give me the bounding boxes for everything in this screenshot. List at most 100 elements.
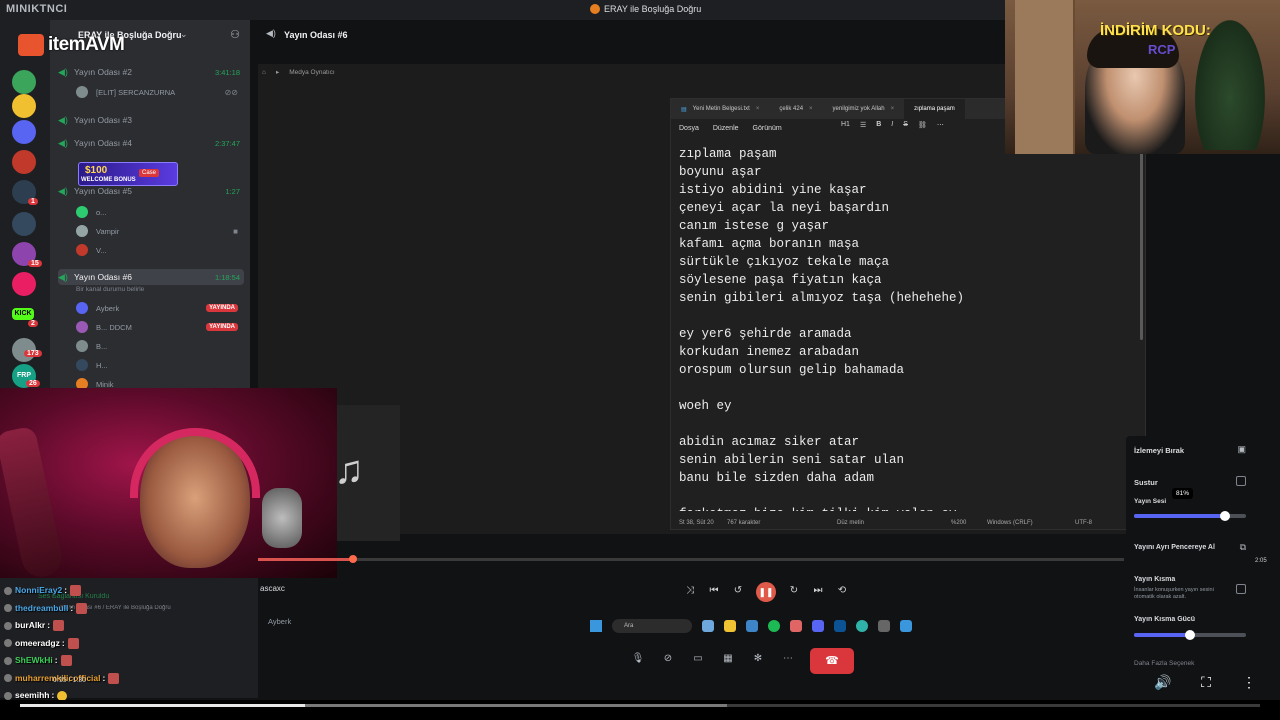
media-scrubber[interactable] bbox=[258, 555, 1124, 563]
attenuation-slider[interactable] bbox=[1134, 630, 1246, 640]
voice-user[interactable]: Vampir ■ bbox=[76, 223, 244, 239]
voice-user[interactable]: [ELIT] SERCANZURNA ⊘⊘ bbox=[76, 84, 244, 100]
unread-badge: 1 bbox=[28, 198, 38, 205]
chevron-down-icon[interactable]: ⌄ bbox=[180, 29, 188, 40]
voice-user[interactable]: B... bbox=[76, 338, 244, 354]
attenuation-checkbox[interactable] bbox=[1236, 584, 1246, 594]
close-icon[interactable]: × bbox=[809, 106, 813, 112]
chat-text: : bbox=[70, 602, 74, 613]
close-icon[interactable]: × bbox=[891, 106, 895, 112]
video-off-icon[interactable]: ⊘ bbox=[660, 653, 676, 669]
mute-stream-label[interactable]: Sustur bbox=[1134, 478, 1158, 487]
taskbar-search[interactable]: Ara bbox=[612, 619, 692, 633]
volume-icon[interactable]: 🔊 bbox=[1154, 674, 1172, 690]
bonus-banner: $100 WELCOME BONUS Case bbox=[78, 162, 178, 186]
add-user-icon[interactable]: ⚇ bbox=[228, 28, 242, 42]
channel-yayin-odasi-2[interactable]: ◀) Yayın Odası #2 3:41:18 bbox=[58, 64, 244, 80]
scrollbar[interactable] bbox=[1140, 150, 1143, 340]
stream-volume-slider[interactable] bbox=[1134, 511, 1246, 521]
server-icon[interactable] bbox=[12, 70, 36, 94]
voice-user[interactable]: Ayberk YAYINDA bbox=[76, 300, 244, 316]
voice-user[interactable]: o... bbox=[76, 204, 244, 220]
soundboard-icon[interactable]: ✻ bbox=[750, 653, 766, 669]
discord-icon[interactable] bbox=[812, 620, 824, 632]
server-icon[interactable] bbox=[12, 272, 36, 296]
channel-yayin-odasi-6[interactable]: ◀) Yayın Odası #6 1:18:54 bbox=[58, 269, 244, 285]
popout-icon[interactable]: ⧉ bbox=[1240, 542, 1246, 553]
link-icon[interactable]: ⛓ bbox=[918, 121, 927, 129]
more-icon[interactable]: ⋯ bbox=[780, 653, 796, 669]
voice-user[interactable]: H... bbox=[76, 357, 244, 373]
more-options-button[interactable]: Daha Fazla Seçenek bbox=[1134, 660, 1194, 667]
more-icon[interactable]: ⋯ bbox=[937, 121, 944, 129]
notepad-tab[interactable]: ▤ Yeni Metin Belgesi.txt × bbox=[671, 99, 769, 119]
forward-icon[interactable]: ↻ bbox=[788, 585, 800, 599]
server-rail: KICK FRP 1 15 2 173 26 bbox=[0, 20, 50, 390]
activities-icon[interactable]: ▦ bbox=[720, 653, 736, 669]
camera-icon: ■ bbox=[233, 226, 238, 236]
heading-button[interactable]: H1 bbox=[841, 121, 850, 129]
chat-overlay: NonniEray2: thedreambull: burAlkr: omeeradg… bbox=[4, 582, 244, 705]
fullscreen-icon[interactable]: ⛶ bbox=[1197, 674, 1215, 690]
notepad-tab-active[interactable]: zıplama paşam bbox=[904, 99, 965, 119]
kick-server-icon[interactable]: KICK bbox=[12, 308, 34, 320]
server-icon[interactable] bbox=[12, 212, 36, 236]
folder-icon[interactable] bbox=[724, 620, 736, 632]
disconnect-button[interactable]: ☎ bbox=[810, 648, 854, 674]
notepad-icon[interactable] bbox=[900, 620, 912, 632]
home-icon[interactable]: ⌂ bbox=[262, 69, 266, 76]
channel-status-prompt[interactable]: Bir kanal durumu belirle bbox=[76, 286, 144, 293]
list-icon[interactable]: ☰ bbox=[860, 121, 866, 129]
menu-file[interactable]: Dosya bbox=[679, 125, 699, 132]
notepad-window[interactable]: ▤ Yeni Metin Belgesi.txt × çelik 424 × yeni… bbox=[670, 98, 1147, 531]
stop-watching-button[interactable]: İzlemeyi Bırak bbox=[1134, 446, 1184, 455]
shuffle-icon[interactable]: ⤨ bbox=[684, 585, 696, 599]
video-time: 0:15 / 1:30 bbox=[53, 677, 87, 684]
next-icon[interactable]: ⏭ bbox=[812, 585, 824, 599]
voice-user[interactable]: V... bbox=[76, 242, 244, 258]
repeat-icon[interactable]: ⟲ bbox=[836, 585, 848, 599]
stream-participant[interactable]: ascaxc bbox=[260, 584, 285, 593]
app-icon[interactable] bbox=[702, 620, 714, 632]
rewind-icon[interactable]: ↺ bbox=[732, 585, 744, 599]
previous-icon[interactable]: ⏮ bbox=[708, 585, 720, 599]
app-icon[interactable] bbox=[746, 620, 758, 632]
menu-edit[interactable]: Düzenle bbox=[713, 125, 739, 132]
italic-button[interactable]: I bbox=[891, 121, 893, 129]
mute-checkbox[interactable] bbox=[1236, 476, 1246, 486]
server-icon[interactable] bbox=[12, 120, 36, 144]
slider-knob[interactable] bbox=[1219, 511, 1230, 521]
popout-stream-button[interactable]: Yayını Ayrı Pencereye Al bbox=[1134, 544, 1215, 551]
attenuation-label[interactable]: Yayın Kısma bbox=[1134, 576, 1175, 583]
notepad-text[interactable]: zıplama paşam boyunu aşar istiyo abidini y… bbox=[679, 145, 1139, 511]
screen-share-icon[interactable]: ▭ bbox=[690, 653, 706, 669]
microphone-icon[interactable]: 🎙 bbox=[630, 653, 646, 669]
taskbar: Ara bbox=[590, 616, 950, 636]
slider-knob[interactable] bbox=[1185, 630, 1195, 640]
stream-participant[interactable]: Ayberk bbox=[268, 617, 291, 626]
text-mode: Düz metin bbox=[837, 520, 865, 526]
app-icon[interactable] bbox=[790, 620, 802, 632]
strike-button[interactable]: S bbox=[903, 121, 908, 129]
video-progress-track[interactable] bbox=[20, 704, 1260, 707]
channel-yayin-odasi-4[interactable]: ◀) Yayın Odası #4 2:37:47 bbox=[58, 135, 244, 151]
server-icon[interactable] bbox=[12, 150, 36, 174]
notepad-status-bar: St 38, Süt 20 767 karakter Düz metin %20… bbox=[671, 515, 1147, 531]
notepad-tab[interactable]: çelik 424 × bbox=[769, 99, 822, 119]
bold-button[interactable]: B bbox=[876, 121, 881, 129]
voice-user[interactable]: B... DDCM YAYINDA bbox=[76, 319, 244, 335]
channel-yayin-odasi-3[interactable]: ◀) Yayın Odası #3 bbox=[58, 112, 244, 128]
edge-icon[interactable] bbox=[856, 620, 868, 632]
close-icon[interactable]: × bbox=[756, 106, 760, 112]
spotify-icon[interactable] bbox=[768, 620, 780, 632]
server-icon[interactable] bbox=[12, 94, 36, 118]
pause-button[interactable]: ❚❚ bbox=[756, 582, 776, 602]
notepad-tab[interactable]: yenilgimiz yok Allah × bbox=[823, 99, 905, 119]
scrubber-knob[interactable] bbox=[349, 555, 358, 563]
windows-start-icon[interactable] bbox=[590, 620, 602, 632]
app-icon[interactable] bbox=[878, 620, 890, 632]
more-options-icon[interactable]: ⋮ bbox=[1240, 674, 1258, 690]
app-icon[interactable] bbox=[834, 620, 846, 632]
menu-view[interactable]: Görünüm bbox=[753, 125, 782, 132]
zoom-level: %200 bbox=[951, 520, 967, 526]
